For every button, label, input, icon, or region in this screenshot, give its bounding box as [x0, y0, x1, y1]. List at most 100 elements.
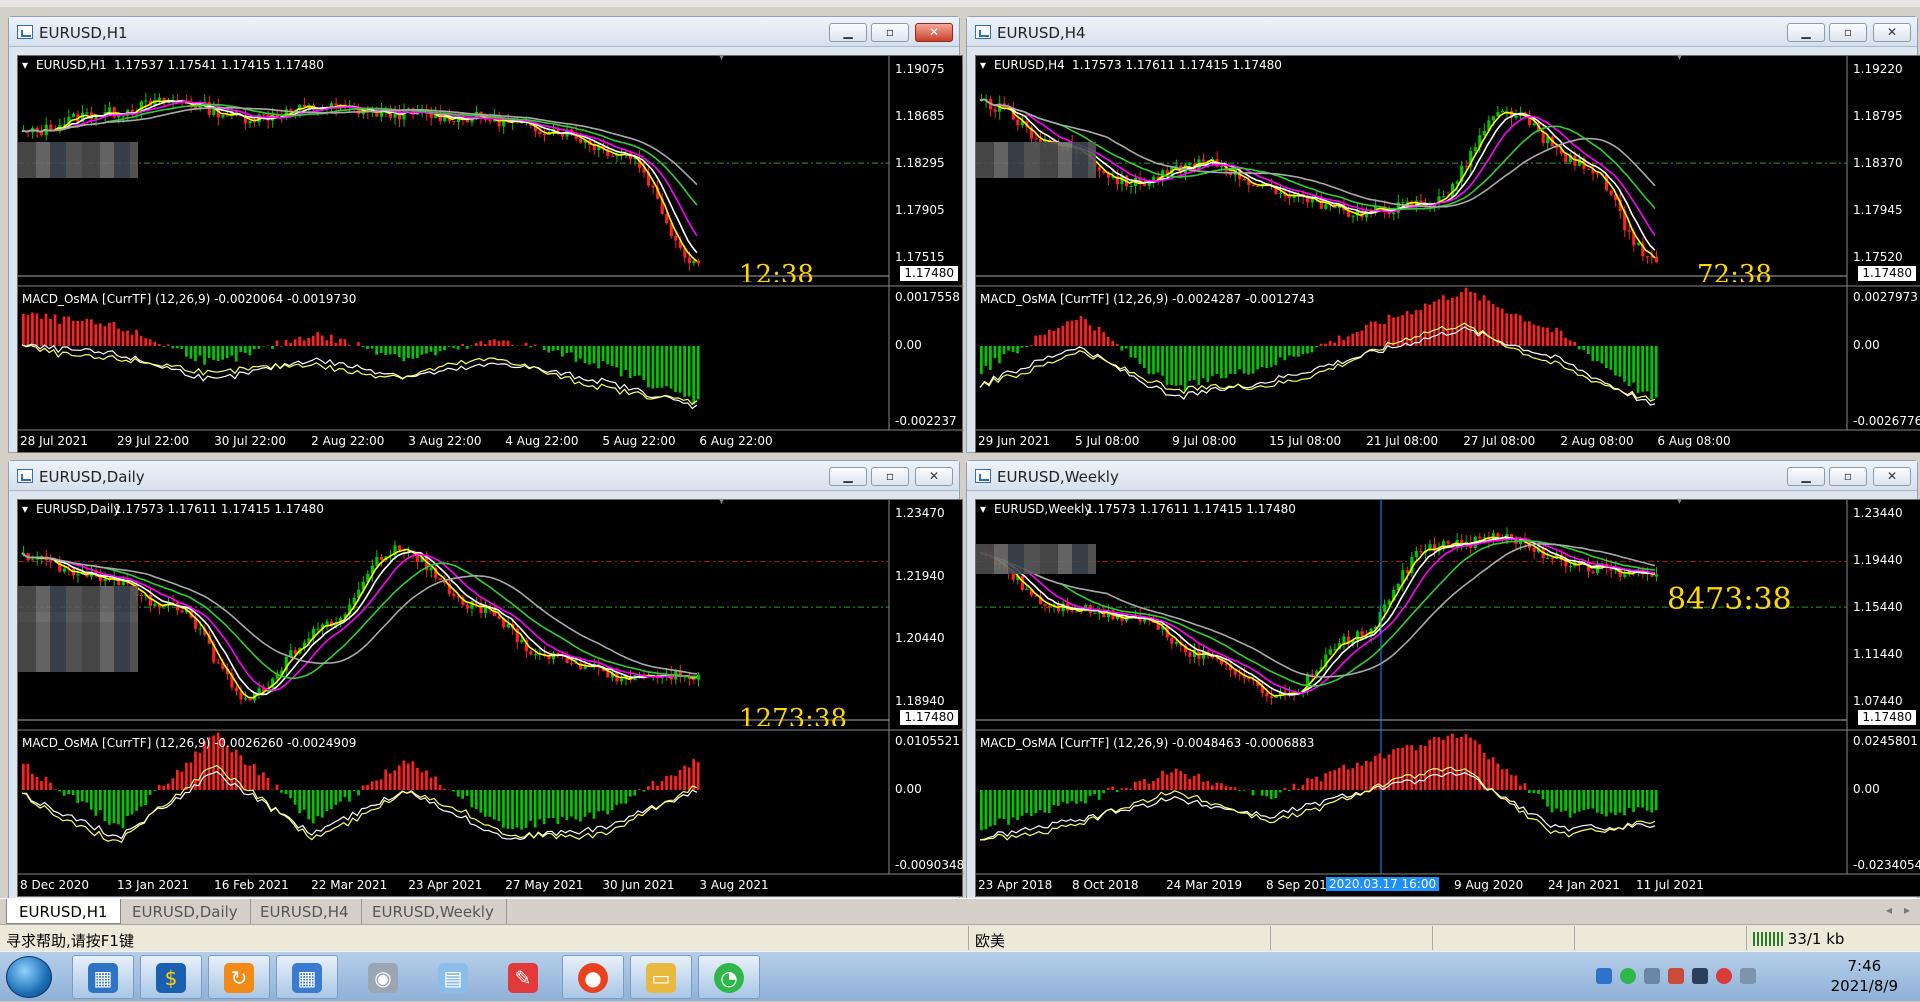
- taskbar-app-1[interactable]: ▦: [72, 955, 134, 999]
- chart-plot-area[interactable]: ▾EURUSD,Weekly1.17573 1.17611 1.17415 1.…: [975, 499, 1920, 897]
- network-icon[interactable]: [1644, 968, 1660, 984]
- minimize-button[interactable]: ▁: [829, 467, 867, 486]
- maximize-button[interactable]: ▫: [871, 467, 909, 486]
- dollar-icon: $: [156, 963, 186, 993]
- macd-histogram-bar: [362, 346, 365, 347]
- minimize-button[interactable]: ▁: [1787, 467, 1825, 486]
- macd-histogram-bar: [674, 776, 677, 790]
- shield-icon[interactable]: [1596, 968, 1612, 984]
- macd-histogram-bar: [547, 346, 550, 353]
- close-button[interactable]: ✕: [1873, 23, 1911, 42]
- macd-histogram-bar: [615, 346, 618, 367]
- macd-histogram-bar: [1216, 783, 1219, 790]
- speaker-icon[interactable]: [1668, 968, 1684, 984]
- chart-window-h4[interactable]: EURUSD,H4 ▁ ▫ ✕ ▾EURUSD,H41.17573 1.1761…: [966, 16, 1918, 453]
- tab-eurusd-h1[interactable]: EURUSD,H1: [6, 899, 121, 924]
- taskbar-app-3[interactable]: ↻: [208, 955, 270, 999]
- window-titlebar[interactable]: EURUSD,Weekly ▁ ▫ ✕: [967, 461, 1917, 491]
- tab-eurusd-weekly[interactable]: EURUSD,Weekly: [360, 899, 507, 924]
- chart-symbol-label: EURUSD,Daily: [36, 502, 121, 516]
- macd-histogram-bar: [1270, 346, 1273, 367]
- tab-eurusd-h4[interactable]: EURUSD,H4: [248, 899, 362, 924]
- folder-icon: ▭: [646, 963, 676, 993]
- tab-scroll-right-icon[interactable]: ▸: [1904, 903, 1910, 917]
- obscured-area: [18, 142, 138, 178]
- macd-histogram-bar: [1582, 790, 1585, 810]
- chart-window-h1[interactable]: EURUSD,H1 ▁ ▫ ✕ ▾EURUSD,H11.17537 1.1754…: [8, 16, 960, 453]
- macd-histogram-bar: [1107, 337, 1110, 346]
- taskbar-app-7[interactable]: ✎: [492, 955, 554, 999]
- taskbar-clock[interactable]: 7:46 2021/8/9: [1831, 956, 1898, 996]
- taskbar-app-4[interactable]: ▦: [276, 955, 338, 999]
- chart-window-daily[interactable]: EURUSD,Daily ▁ ▫ ✕ ▾EURUSD,Daily1.17573 …: [8, 460, 960, 900]
- taskbar-app-6[interactable]: ▤: [422, 955, 484, 999]
- price-chart-svg[interactable]: [18, 500, 964, 898]
- price-chart-svg[interactable]: [976, 500, 1920, 898]
- price-axis-tick: 1.19075: [895, 62, 945, 76]
- taskbar-app-10[interactable]: ◔: [698, 955, 760, 999]
- chart-plot-area[interactable]: ▾EURUSD,H11.17537 1.17541 1.17415 1.1748…: [17, 55, 963, 453]
- macd-histogram-bar: [534, 345, 537, 346]
- macd-histogram-bar: [99, 324, 102, 346]
- signal-icon[interactable]: [1740, 968, 1756, 984]
- price-chart-svg[interactable]: [976, 56, 1920, 454]
- candle-body: [1333, 649, 1336, 650]
- chart-plot-area[interactable]: ▾EURUSD,H41.17573 1.17611 1.17415 1.1748…: [975, 55, 1920, 453]
- chart-symbol-dropdown[interactable]: ▾: [22, 502, 28, 516]
- macd-histogram-bar: [1596, 346, 1599, 361]
- macd-histogram-bar: [1252, 346, 1255, 374]
- wechat-tray-icon[interactable]: [1620, 968, 1636, 984]
- price-chart-svg[interactable]: [18, 56, 964, 454]
- macd-histogram-bar: [1184, 774, 1187, 790]
- window-titlebar[interactable]: EURUSD,Daily ▁ ▫ ✕: [9, 461, 959, 491]
- close-button[interactable]: ✕: [1873, 467, 1911, 486]
- candle-body: [1356, 631, 1359, 640]
- macd-histogram-bar: [280, 790, 283, 793]
- price-axis-tick: 1.19440: [1853, 553, 1903, 567]
- macd-histogram-bar: [325, 790, 328, 811]
- macd-histogram-bar: [217, 346, 220, 361]
- chart-window-weekly[interactable]: EURUSD,Weekly ▁ ▫ ✕ ▾EURUSD,Weekly1.1757…: [966, 460, 1918, 900]
- minimize-button[interactable]: ▁: [829, 23, 867, 42]
- chart-symbol-dropdown[interactable]: ▾: [980, 58, 986, 72]
- maximize-button[interactable]: ▫: [1829, 23, 1867, 42]
- chart-symbol-dropdown[interactable]: ▾: [22, 58, 28, 72]
- macd-histogram-bar: [661, 346, 664, 388]
- macd-histogram-bar: [670, 775, 673, 790]
- macd-histogram-bar: [303, 340, 306, 346]
- candle-body: [697, 675, 700, 680]
- start-button[interactable]: [6, 956, 52, 998]
- price-axis-tick: 1.20440: [895, 631, 945, 645]
- close-button[interactable]: ✕: [915, 467, 953, 486]
- macd-histogram-bar: [325, 340, 328, 346]
- macd-histogram-bar: [1315, 777, 1318, 790]
- candle-body: [294, 650, 297, 654]
- bar-countdown-timer: 12:38: [739, 260, 814, 282]
- close-button[interactable]: ✕: [915, 23, 953, 42]
- candle-body: [1456, 182, 1459, 184]
- window-titlebar[interactable]: EURUSD,H1 ▁ ▫ ✕: [9, 17, 959, 47]
- maximize-button[interactable]: ▫: [1829, 467, 1867, 486]
- tab-eurusd-daily[interactable]: EURUSD,Daily: [120, 899, 251, 924]
- maximize-button[interactable]: ▫: [871, 23, 909, 42]
- display-icon[interactable]: [1692, 968, 1708, 984]
- tab-scroll-left-icon[interactable]: ◂: [1886, 903, 1892, 917]
- mute-icon[interactable]: [1716, 968, 1732, 984]
- candle-body: [593, 145, 596, 150]
- minimize-button[interactable]: ▁: [1787, 23, 1825, 42]
- price-axis-tick: 1.23470: [895, 506, 945, 520]
- macd-histogram-bar: [692, 759, 695, 790]
- candle-body: [1610, 190, 1613, 194]
- chart-plot-area[interactable]: ▾EURUSD,Daily1.17573 1.17611 1.17415 1.1…: [17, 499, 963, 897]
- macd-histogram-bar: [208, 346, 211, 358]
- price-axis-tick: 1.15440: [1853, 600, 1903, 614]
- macd-histogram-bar: [1533, 324, 1536, 346]
- taskbar-app-8[interactable]: ●: [562, 955, 624, 999]
- macd-histogram-bar: [1551, 790, 1554, 812]
- chart-symbol-dropdown[interactable]: ▾: [980, 502, 986, 516]
- window-titlebar[interactable]: EURUSD,H4 ▁ ▫ ✕: [967, 17, 1917, 47]
- taskbar-app-9[interactable]: ▭: [630, 955, 692, 999]
- taskbar-app-5[interactable]: ◉: [352, 955, 414, 999]
- taskbar-app-2[interactable]: $: [140, 955, 202, 999]
- macd-histogram-bar: [262, 346, 265, 347]
